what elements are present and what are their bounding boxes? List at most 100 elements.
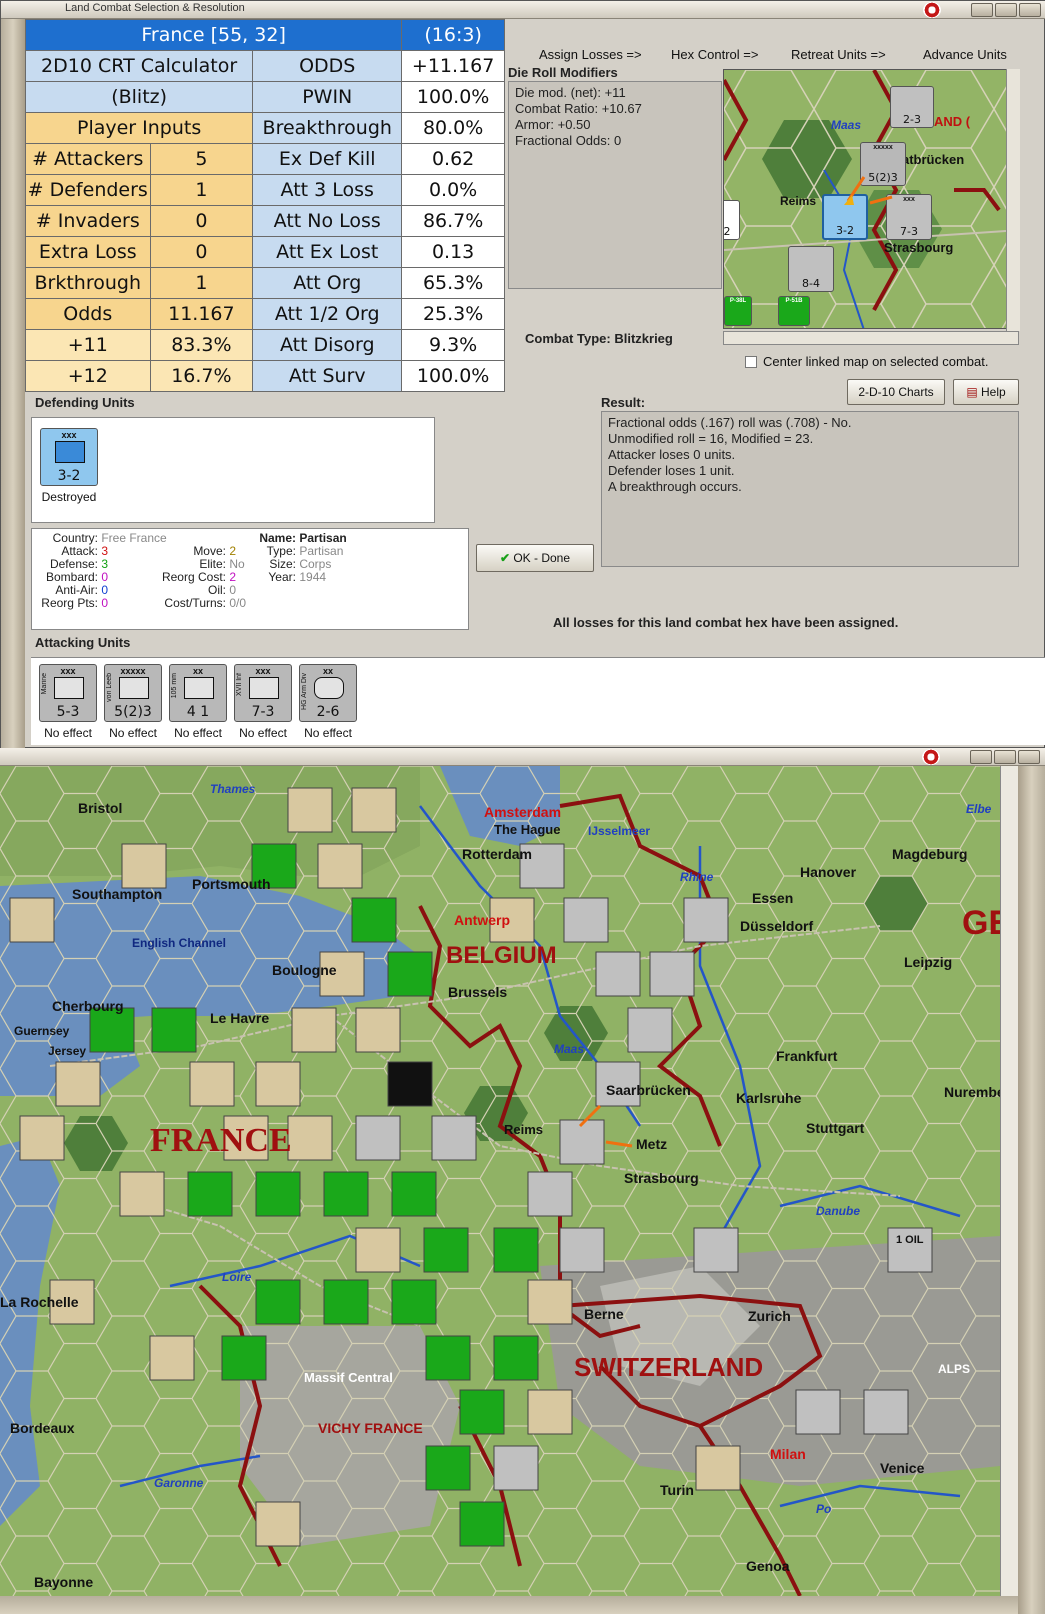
crt-value: 25.3% bbox=[401, 298, 505, 330]
crt-charts-button[interactable]: 2-D-10 Charts bbox=[847, 379, 945, 405]
city-label: Saarbrücken bbox=[606, 1082, 691, 1098]
city-label: Bordeaux bbox=[10, 1420, 75, 1436]
mini-map-vertical-scrollbar[interactable] bbox=[1006, 69, 1020, 331]
combat-dialog: Land Combat Selection & Resolution Franc… bbox=[0, 0, 1045, 749]
info-value: 0 bbox=[101, 583, 109, 597]
city-label: Strasbourg bbox=[624, 1170, 699, 1186]
attackers-input[interactable]: 5 bbox=[149, 143, 254, 175]
info-label: Defense: bbox=[49, 557, 98, 571]
country-label: VICHY FRANCE bbox=[318, 1420, 423, 1436]
info-label: Year: bbox=[268, 570, 296, 584]
dialog-titlebar[interactable]: Land Combat Selection & Resolution bbox=[1, 1, 1045, 19]
defender-status: Destroyed bbox=[41, 490, 97, 504]
odds-input[interactable]: 11.167 bbox=[149, 298, 254, 330]
map-vertical-scrollbar[interactable] bbox=[1000, 766, 1018, 1596]
crt-value: 0.13 bbox=[401, 236, 505, 268]
defender-counter[interactable]: xxx 3-2 bbox=[40, 428, 98, 486]
map-horizontal-scrollbar[interactable] bbox=[0, 1596, 1018, 1614]
defenders-input[interactable]: 1 bbox=[149, 174, 254, 206]
mini-map-label: Maas bbox=[831, 118, 862, 132]
air-unit-counter[interactable]: P-51B bbox=[778, 296, 810, 326]
counter-value: 4 1 bbox=[186, 704, 210, 720]
info-label: Anti-Air: bbox=[55, 583, 98, 597]
city-label: Portsmouth bbox=[192, 876, 271, 892]
mini-map-label: atbrücken bbox=[902, 152, 965, 167]
marine-anchor-icon bbox=[54, 677, 84, 699]
city-label: Milan bbox=[770, 1446, 806, 1462]
counter-value: -2 bbox=[723, 225, 731, 238]
attacker-counter[interactable]: xxx Marine 5-3 bbox=[39, 664, 97, 722]
info-value: 3 bbox=[101, 557, 109, 571]
country-label: GE bbox=[962, 904, 1000, 942]
help-button[interactable]: ▤ Help bbox=[953, 379, 1019, 405]
crt-label: Breakthrough bbox=[252, 112, 403, 144]
artillery-icon bbox=[184, 677, 214, 699]
river-label: Thames bbox=[210, 782, 256, 796]
counter-name: XVII Inf bbox=[236, 673, 243, 696]
river-label: Danube bbox=[816, 1204, 861, 1218]
tab-advance-units[interactable]: Advance Units bbox=[923, 47, 1007, 62]
drm-panel: Die mod. (net): +11 Combat Ratio: +10.67… bbox=[508, 81, 722, 289]
mini-map-horizontal-scrollbar[interactable] bbox=[723, 331, 1019, 345]
extra-loss-input[interactable]: 0 bbox=[149, 236, 254, 268]
unit-counter[interactable]: -2 bbox=[723, 200, 740, 240]
crt-value: 0.62 bbox=[401, 143, 505, 175]
info-label: Move: bbox=[193, 544, 226, 558]
odds-percent: 16.7% bbox=[149, 360, 254, 392]
crt-label: Att No Loss bbox=[252, 205, 403, 237]
country-label: SWITZERLAND bbox=[574, 1352, 764, 1382]
crt-value: 0.0% bbox=[401, 174, 505, 206]
tab-retreat-units[interactable]: Retreat Units => bbox=[791, 47, 886, 62]
info-value: Corps bbox=[299, 557, 332, 571]
unit-counter[interactable]: 2-3 bbox=[890, 86, 934, 128]
counter-value: 5-3 bbox=[56, 704, 80, 720]
city-label: Cherbourg bbox=[52, 998, 124, 1014]
crt-value: 80.0% bbox=[401, 112, 505, 144]
tab-assign-losses[interactable]: Assign Losses => bbox=[539, 47, 642, 62]
input-label: # Defenders bbox=[25, 174, 151, 206]
counter-value: 7-3 bbox=[900, 225, 918, 238]
center-linked-checkbox[interactable] bbox=[745, 356, 757, 368]
partisan-icon bbox=[55, 441, 85, 463]
tab-hex-control[interactable]: Hex Control => bbox=[671, 47, 758, 62]
minimize-button[interactable] bbox=[970, 750, 992, 764]
maximize-button[interactable] bbox=[994, 750, 1016, 764]
info-value: Partisan bbox=[299, 544, 344, 558]
city-label: La Rochelle bbox=[0, 1294, 79, 1310]
help-label: Help bbox=[981, 385, 1006, 399]
maximize-button[interactable] bbox=[995, 3, 1017, 17]
info-label: Type: bbox=[266, 544, 296, 558]
attacker-counter[interactable]: xxxxx von Leeb 5(2)3 bbox=[104, 664, 162, 722]
crt-value: +11.167 bbox=[401, 50, 505, 82]
breakthrough-input[interactable]: 1 bbox=[149, 267, 254, 299]
main-map[interactable]: BELGIUM FRANCE SWITZERLAND VICHY FRANCE … bbox=[0, 766, 1000, 1596]
counter-type: P-38L bbox=[729, 298, 747, 304]
minimize-button[interactable] bbox=[971, 3, 993, 17]
ok-done-button[interactable]: ✔ OK - Done bbox=[476, 544, 594, 572]
crt-value: 86.7% bbox=[401, 205, 505, 237]
unit-counter[interactable]: 8-4 bbox=[788, 246, 834, 292]
info-value: Partisan bbox=[299, 531, 347, 545]
close-button[interactable] bbox=[1019, 3, 1041, 17]
city-label: Karlsruhe bbox=[736, 1090, 802, 1106]
ok-done-label: OK - Done bbox=[513, 551, 571, 565]
help-book-icon: ▤ bbox=[966, 385, 978, 399]
river-label: Loire bbox=[222, 1270, 252, 1284]
attacker-counter[interactable]: xx HG Arm Div 2-6 bbox=[299, 664, 357, 722]
city-label: Rotterdam bbox=[462, 846, 533, 862]
attacker-counter[interactable]: xxx XVII Inf 7-3 bbox=[234, 664, 292, 722]
air-unit-counter[interactable]: P-38L bbox=[724, 296, 752, 326]
city-label: Amsterdam bbox=[484, 804, 562, 820]
attacker-counter[interactable]: xx 105 mm 4 1 bbox=[169, 664, 227, 722]
crt-label: Att Disorg bbox=[252, 329, 403, 361]
mini-map[interactable]: Maas Reims Strasbourg atbrücken AND ( 2-… bbox=[723, 69, 1019, 329]
city-label: Stuttgart bbox=[806, 1120, 865, 1136]
dialog-title: Land Combat Selection & Resolution bbox=[65, 2, 245, 14]
close-button[interactable] bbox=[1018, 750, 1040, 764]
result-line: Unmodified roll = 16, Modified = 23. bbox=[608, 431, 814, 446]
counter-type: P-51B bbox=[785, 298, 803, 304]
invaders-input[interactable]: 0 bbox=[149, 205, 254, 237]
country-label: BELGIUM bbox=[446, 942, 557, 969]
info-label: Size: bbox=[269, 557, 296, 571]
map-titlebar[interactable] bbox=[0, 748, 1045, 766]
